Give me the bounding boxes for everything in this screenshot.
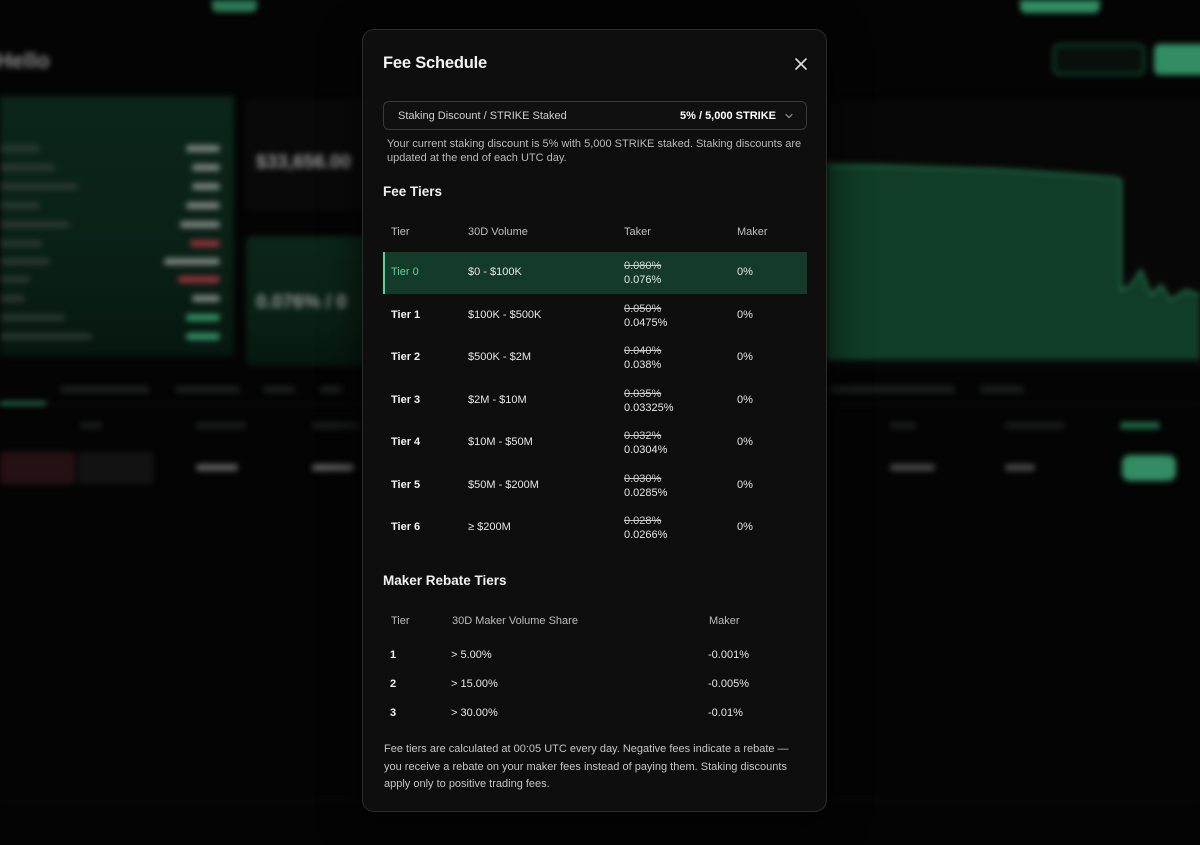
fee-tier-name: Tier 3 xyxy=(391,393,421,406)
fee-schedule-modal: Fee Schedule Staking Discount / STRIKE S… xyxy=(362,29,827,812)
taker-fee-original: 0.035% xyxy=(624,387,662,400)
rebate-tier-share: > 15.00% xyxy=(451,678,498,690)
rebate-tier-maker: -0.01% xyxy=(708,707,743,719)
fee-tier-name: Tier 4 xyxy=(391,436,421,448)
fee-tier-maker: 0% xyxy=(737,266,753,278)
fee-tier-taker: 0.032% 0.0304% xyxy=(624,429,667,457)
rebate-tier-row: 2 > 15.00% -0.005% xyxy=(383,670,807,699)
fee-tier-name: Tier 2 xyxy=(391,351,421,363)
taker-fee-original: 0.030% xyxy=(624,472,662,485)
taker-fee-discounted: 0.0266% xyxy=(624,529,668,541)
close-button[interactable] xyxy=(791,54,811,74)
rebate-tier-maker: -0.005% xyxy=(708,678,749,690)
taker-fee-original: 0.080% xyxy=(624,260,662,272)
fee-tier-name: Tier 5 xyxy=(391,478,421,491)
taker-fee-discounted: 0.076% xyxy=(624,274,662,286)
fee-tier-maker: 0% xyxy=(737,436,753,448)
rebate-tier-share: > 5.00% xyxy=(451,649,492,661)
rebate-tier-number: 3 xyxy=(390,707,397,719)
chevron-down-icon xyxy=(785,113,793,119)
fee-tier-volume: ≥ $200M xyxy=(468,521,511,533)
staking-discount-value: 5% / 5,000 STRIKE xyxy=(680,110,776,122)
rebate-tiers-title: Maker Rebate Tiers xyxy=(383,573,507,588)
taker-fee-original: 0.040% xyxy=(624,345,662,357)
fee-tier-taker: 0.030% 0.0285% xyxy=(624,472,667,500)
fee-tier-maker: 0% xyxy=(737,393,753,406)
fee-tier-volume: $100K - $500K xyxy=(468,308,542,321)
fee-tier-volume: $50M - $200M xyxy=(468,478,539,491)
rebate-tier-row: 1 > 5.00% -0.001% xyxy=(383,641,807,670)
rebate-tier-number: 2 xyxy=(390,678,397,690)
rebate-header-tier: Tier xyxy=(391,615,410,627)
staking-discount-label: Staking Discount / STRIKE Staked xyxy=(398,110,567,122)
fee-tier-row: Tier 4 $10M - $50M 0.032% 0.0304% 0% xyxy=(383,422,807,464)
taker-fee-discounted: 0.0475% xyxy=(624,316,668,329)
fee-tier-volume: $10M - $50M xyxy=(468,436,533,448)
rebate-header-maker: Maker xyxy=(709,615,740,627)
taker-fee-discounted: 0.038% xyxy=(624,359,662,371)
fee-tier-maker: 0% xyxy=(737,521,753,533)
fee-tier-taker: 0.080% 0.076% xyxy=(624,259,661,287)
fee-tier-taker: 0.028% 0.0266% xyxy=(624,514,667,542)
taker-fee-discounted: 0.0285% xyxy=(624,486,668,499)
taker-fee-original: 0.032% xyxy=(624,430,662,442)
fee-tier-row: Tier 5 $50M - $200M 0.030% 0.0285% 0% xyxy=(383,465,807,507)
fee-tier-maker: 0% xyxy=(737,478,753,491)
staking-discount-select[interactable]: Staking Discount / STRIKE Staked 5% / 5,… xyxy=(383,101,807,130)
fee-tier-name: Tier 1 xyxy=(391,308,421,321)
fee-tier-row: Tier 1 $100K - $500K 0.050% 0.0475% 0% xyxy=(383,295,807,337)
fee-tier-maker: 0% xyxy=(737,308,753,321)
fee-tier-taker: 0.040% 0.038% xyxy=(624,344,661,372)
fee-tiers-header-volume: 30D Volume xyxy=(468,226,528,238)
rebate-tier-row: 3 > 30.00% -0.01% xyxy=(383,699,807,728)
fee-tiers-header-maker: Maker xyxy=(737,226,768,238)
fee-tier-volume: $500K - $2M xyxy=(468,351,531,363)
fee-tiers-title: Fee Tiers xyxy=(383,184,443,199)
close-icon xyxy=(795,58,807,70)
taker-fee-original: 0.050% xyxy=(624,302,662,315)
rebate-header-share: 30D Maker Volume Share xyxy=(452,615,578,627)
fee-tiers-header-tier: Tier xyxy=(391,226,410,238)
staking-note: Your current staking discount is 5% with… xyxy=(387,138,802,164)
taker-fee-original: 0.028% xyxy=(624,515,662,527)
taker-fee-discounted: 0.0304% xyxy=(624,444,668,456)
rebate-tier-number: 1 xyxy=(390,649,397,661)
fee-tier-volume: $0 - $100K xyxy=(468,266,522,278)
fee-tier-name: Tier 6 xyxy=(391,521,421,533)
fee-tier-taker: 0.050% 0.0475% xyxy=(624,302,667,330)
fee-tier-row: Tier 0 $0 - $100K 0.080% 0.076% 0% xyxy=(383,252,807,294)
rebate-tier-maker: -0.001% xyxy=(708,649,749,661)
modal-title: Fee Schedule xyxy=(383,54,487,72)
fee-tier-volume: $2M - $10M xyxy=(468,393,527,406)
rebate-tier-share: > 30.00% xyxy=(451,707,498,719)
fee-tier-row: Tier 3 $2M - $10M 0.035% 0.03325% 0% xyxy=(383,380,807,422)
taker-fee-discounted: 0.03325% xyxy=(624,401,674,414)
fee-tier-row: Tier 6 ≥ $200M 0.028% 0.0266% 0% xyxy=(383,507,807,549)
fee-tier-taker: 0.035% 0.03325% xyxy=(624,387,674,415)
fee-tier-row: Tier 2 $500K - $2M 0.040% 0.038% 0% xyxy=(383,337,807,379)
fee-tier-maker: 0% xyxy=(737,351,753,363)
fee-footer-note: Fee tiers are calculated at 00:05 UTC ev… xyxy=(384,743,789,790)
fee-tier-name: Tier 0 xyxy=(391,266,419,278)
fee-tiers-header-taker: Taker xyxy=(624,226,651,238)
